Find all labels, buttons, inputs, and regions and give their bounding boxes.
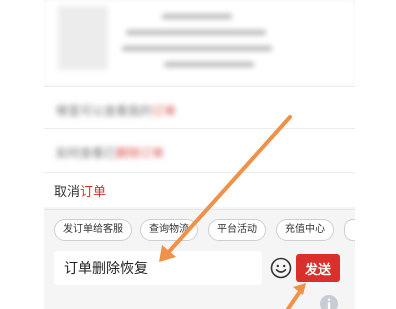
input-area: 发送 (44, 247, 355, 309)
faq-text-prefix: 哪里可以查看我的 (56, 104, 153, 118)
screenshot: 哪里可以查看我的订单 如何查看已删除订单 取消订单 发订单给客服 查询物流 平台… (0, 0, 396, 309)
faq-text-highlight: 删除订单 (116, 146, 165, 160)
chip-recharge-center[interactable]: 充值中心 (276, 219, 334, 241)
product-card-blurred (44, 0, 355, 86)
faq-row[interactable]: 哪里可以查看我的订单 (44, 86, 355, 131)
quick-reply-bar: 发订单给客服 查询物流 平台活动 充值中心 ​ (44, 209, 355, 248)
left-margin (0, 0, 44, 309)
info-icon[interactable] (320, 295, 338, 309)
blurred-line (162, 14, 232, 19)
cancel-order-prefix: 取消 (54, 185, 81, 200)
blurred-line (122, 46, 272, 51)
chat-window: 哪里可以查看我的订单 如何查看已删除订单 取消订单 发订单给客服 查询物流 平台… (44, 0, 355, 309)
info-glyph (327, 298, 331, 309)
faq-text-highlight: 订单 (152, 104, 177, 118)
faq-text: 如何查看已删除订单 (56, 144, 164, 161)
faq-text-prefix: 如何查看已 (56, 146, 117, 160)
chip-platform-activities[interactable]: 平台活动 (208, 219, 266, 241)
faq-row-cancel-order[interactable]: 取消订单 (44, 172, 355, 207)
message-input[interactable] (54, 251, 262, 285)
send-button[interactable]: 发送 (296, 254, 340, 282)
faq-row[interactable]: 如何查看已删除订单 (44, 128, 355, 173)
chip-next[interactable]: ​ (344, 219, 355, 241)
cancel-order-text: 取消订单 (54, 181, 106, 200)
faq-text: 哪里可以查看我的订单 (56, 102, 176, 119)
chip-send-order[interactable]: 发订单给客服 (54, 219, 132, 241)
right-margin (355, 0, 396, 309)
blurred-line (126, 30, 266, 35)
blurred-line (164, 62, 254, 67)
product-thumbnail (58, 6, 108, 70)
chip-track-logistics[interactable]: 查询物流 (140, 219, 198, 241)
smiley-icon[interactable] (270, 257, 292, 279)
cancel-order-highlight: 订单 (80, 185, 107, 200)
